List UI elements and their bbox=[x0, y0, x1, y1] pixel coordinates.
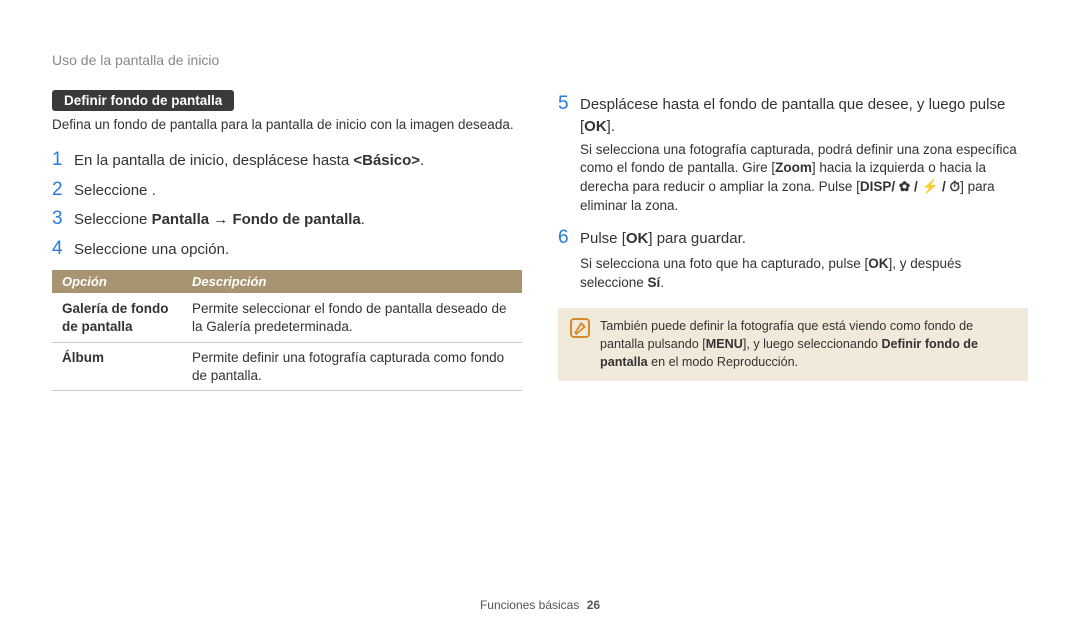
cell-option: Álbum bbox=[52, 342, 182, 390]
step-text: Pulse [OK] para guardar. bbox=[580, 228, 1028, 250]
step-text: Seleccione Pantalla → Fondo de pantalla. bbox=[74, 209, 522, 231]
intro-text: Defina un fondo de pantalla para la pant… bbox=[52, 117, 522, 132]
step-number: 3 bbox=[52, 205, 74, 233]
step-1: 1 En la pantalla de inicio, desplácese h… bbox=[52, 146, 522, 174]
step-sub: Si selecciona una foto que ha capturado,… bbox=[580, 255, 1028, 293]
note-text: También puede definir la fotografía que … bbox=[600, 318, 1016, 371]
note-box: También puede definir la fotografía que … bbox=[558, 308, 1028, 381]
step-2: 2 Seleccione . bbox=[52, 176, 522, 204]
step-text: Seleccione . bbox=[74, 180, 522, 202]
ok-icon: OK bbox=[584, 118, 607, 135]
step-text: Desplácese hasta el fondo de pantalla qu… bbox=[580, 94, 1028, 138]
options-table: Opción Descripción Galería de fondo de p… bbox=[52, 270, 522, 391]
step-text: Seleccione una opción. bbox=[74, 239, 522, 261]
cell-description: Permite definir una fotografía capturada… bbox=[182, 342, 522, 390]
steps-right: 5 Desplácese hasta el fondo de pantalla … bbox=[558, 90, 1028, 298]
breadcrumb: Uso de la pantalla de inicio bbox=[52, 52, 522, 68]
step-number: 2 bbox=[52, 176, 74, 204]
step-number: 5 bbox=[558, 90, 580, 118]
menu-icon: MENU bbox=[706, 337, 743, 351]
steps-left: 1 En la pantalla de inicio, desplácese h… bbox=[52, 146, 522, 262]
section-pill: Definir fondo de pantalla bbox=[52, 90, 234, 111]
step-5: 5 Desplácese hasta el fondo de pantalla … bbox=[558, 90, 1028, 222]
cell-option: Galería de fondo de pantalla bbox=[52, 294, 182, 342]
right-column: 5 Desplácese hasta el fondo de pantalla … bbox=[558, 52, 1028, 391]
step-4: 4 Seleccione una opción. bbox=[52, 235, 522, 263]
step-text: En la pantalla de inicio, desplácese has… bbox=[74, 150, 522, 172]
step-number: 1 bbox=[52, 146, 74, 174]
note-icon bbox=[570, 318, 590, 338]
step-sub: Si selecciona una fotografía capturada, … bbox=[580, 141, 1028, 217]
th-description: Descripción bbox=[182, 270, 522, 294]
page-body: Uso de la pantalla de inicio Definir fon… bbox=[0, 0, 1080, 421]
page-number: 26 bbox=[587, 598, 600, 612]
step-number: 4 bbox=[52, 235, 74, 263]
step-6: 6 Pulse [OK] para guardar. Si selecciona… bbox=[558, 224, 1028, 298]
step-number: 6 bbox=[558, 224, 580, 252]
nav-icons: DISP/ ✿ / ⚡ / ⏱ bbox=[860, 179, 960, 194]
step-3: 3 Seleccione Pantalla → Fondo de pantall… bbox=[52, 205, 522, 233]
ok-icon: OK bbox=[626, 230, 649, 247]
cell-description: Permite seleccionar el fondo de pantalla… bbox=[182, 294, 522, 342]
ok-icon: OK bbox=[868, 256, 888, 271]
page-footer: Funciones básicas 26 bbox=[0, 598, 1080, 612]
left-column: Uso de la pantalla de inicio Definir fon… bbox=[52, 52, 522, 391]
th-option: Opción bbox=[52, 270, 182, 294]
table-row: Galería de fondo de pantalla Permite sel… bbox=[52, 294, 522, 342]
table-row: Álbum Permite definir una fotografía cap… bbox=[52, 342, 522, 390]
footer-section: Funciones básicas bbox=[480, 598, 579, 612]
